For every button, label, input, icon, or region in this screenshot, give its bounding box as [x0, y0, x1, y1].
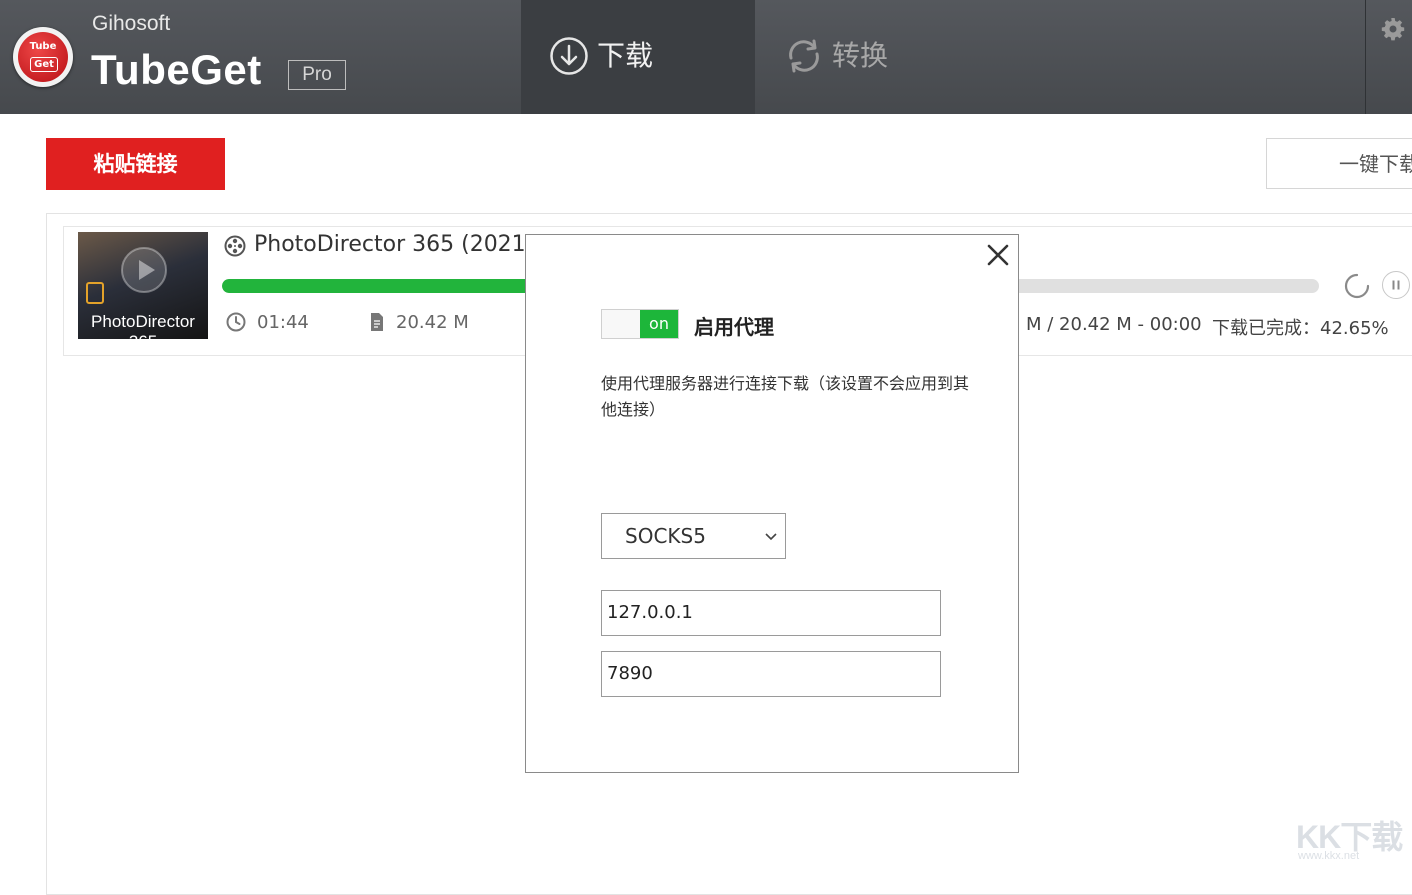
proxy-type-value: SOCKS5: [625, 524, 706, 548]
film-reel-icon: [224, 235, 246, 257]
logo-text-get: Get: [30, 57, 58, 72]
close-icon[interactable]: [984, 241, 1012, 269]
brand-name: Gihosoft: [92, 12, 171, 35]
proxy-port-input[interactable]: 7890: [601, 651, 941, 697]
download-circle-icon: [550, 37, 588, 75]
app-logo: Tube Get: [13, 27, 73, 87]
one-click-download-button[interactable]: 一键下载: [1266, 138, 1412, 189]
play-icon: [121, 247, 167, 293]
header-divider: [1365, 0, 1366, 114]
logo-text-tube: Tube: [29, 41, 57, 52]
gear-icon[interactable]: [1381, 17, 1405, 41]
file-icon: [371, 313, 383, 331]
watermark-url: www.kkx.net: [1298, 850, 1360, 862]
site-watermark: KK下载 www.kkx.net: [1296, 812, 1408, 864]
download-status: 下载已完成：42.65%: [1212, 318, 1389, 339]
proxy-type-select[interactable]: SOCKS5: [601, 513, 786, 559]
pause-button[interactable]: [1382, 271, 1410, 299]
proxy-host-input[interactable]: 127.0.0.1: [601, 590, 941, 636]
video-duration: 01:44: [257, 312, 309, 333]
video-title: PhotoDirector 365 (2021) -: [254, 232, 550, 257]
clock-icon: [226, 312, 246, 332]
proxy-toggle-title: 启用代理: [694, 315, 774, 339]
tab-convert[interactable]: 转换: [756, 0, 990, 114]
product-name: TubeGet: [91, 46, 262, 93]
tab-download[interactable]: 下载: [521, 0, 755, 114]
video-thumbnail: PhotoDirector 365: [78, 232, 208, 339]
thumbnail-caption: PhotoDirector 365: [91, 312, 195, 339]
loading-spinner-icon: [1344, 273, 1370, 299]
toggle-on-label: on: [640, 310, 678, 338]
refresh-icon: [789, 39, 819, 73]
chevron-down-icon: [765, 533, 777, 541]
photodirector-logo-icon: [86, 282, 104, 304]
pause-icon: [1392, 280, 1400, 290]
proxy-settings-dialog: on 启用代理 使用代理服务器进行连接下载（该设置不会应用到其他连接） SOCK…: [525, 234, 1019, 773]
tab-download-label: 下载: [597, 39, 654, 72]
app-header: Tube Get Gihosoft TubeGet Pro 下载 转换: [0, 0, 1412, 114]
tab-convert-label: 转换: [832, 39, 889, 72]
transfer-info: M / 20.42 M - 00:00: [1026, 314, 1202, 335]
edition-badge: Pro: [288, 60, 346, 90]
proxy-toggle[interactable]: on: [601, 309, 679, 339]
file-size: 20.42 M: [396, 312, 469, 333]
paste-link-button[interactable]: 粘贴链接: [46, 138, 225, 190]
proxy-description: 使用代理服务器进行连接下载（该设置不会应用到其他连接）: [601, 374, 970, 419]
